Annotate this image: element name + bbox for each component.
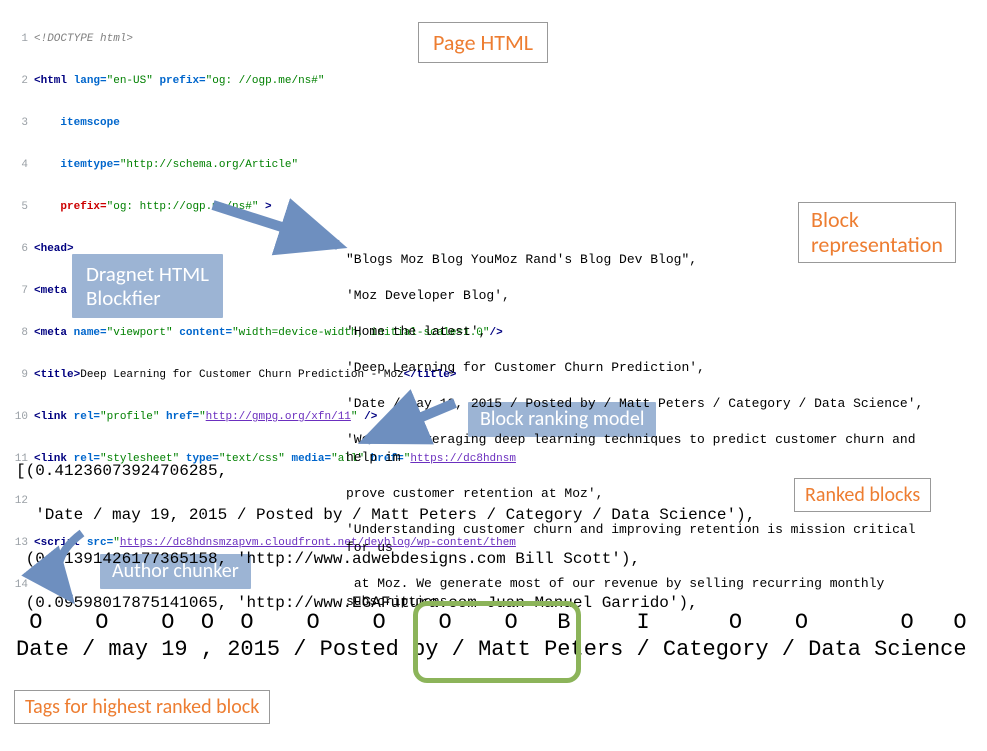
caption-page-html: Page HTML xyxy=(418,22,548,63)
code-l1: <!DOCTYPE html> xyxy=(34,33,133,45)
chunker-output: O O O O O O O O O B I O O O O O Date / m… xyxy=(16,610,966,662)
arrow-ranked-to-chunker xyxy=(22,528,112,608)
step-blockifier: Dragnet HTML Blockfier xyxy=(72,254,223,318)
arrow-blocks-to-ranked xyxy=(355,395,475,455)
chunker-bio-tags: O O O O O O O O O B I O O O O O xyxy=(16,610,966,635)
ranked-blocks-text: [(0.41236073924706285, 'Date / may 19, 2… xyxy=(16,438,776,636)
caption-tags-for-highest: Tags for highest ranked block xyxy=(14,690,270,724)
arrow-html-to-blocks xyxy=(208,200,358,260)
chunker-tokens: Date / may 19 , 2015 / Posted by / Matt … xyxy=(16,637,966,662)
